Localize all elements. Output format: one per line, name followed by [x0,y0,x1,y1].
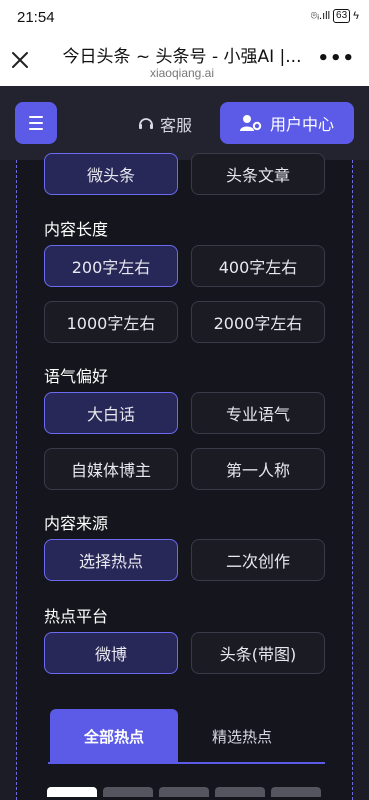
option-platform-toutiao[interactable]: 头条(带图) [191,632,325,674]
hotspot-chip[interactable] [159,787,209,797]
option-platform-weibo[interactable]: 微博 [44,632,178,674]
user-gear-icon [239,115,262,131]
option-source-recreate[interactable]: 二次创作 [191,539,325,581]
option-tone-blogger[interactable]: 自媒体博主 [44,448,178,490]
option-weitoutiao[interactable]: 微头条 [44,153,178,195]
menu-icon-bar [29,128,43,130]
browser-bar: 今日头条 ~ 头条号 - 小强AI |... xiaoqiang.ai ••• [0,34,369,86]
signal-icon: ⌾ᵢ.ıll [310,9,331,22]
status-icons: ⌾ᵢ.ıll 63 ϟ [311,9,359,23]
menu-icon-bar [29,116,43,118]
tab-all-hotspots[interactable]: 全部热点 [50,709,178,763]
hotspot-chip[interactable] [271,787,321,797]
more-icon[interactable]: ••• [317,48,355,69]
hotspot-chip[interactable] [47,787,97,797]
app-header: 客服 用户中心 [0,86,369,160]
headset-icon [139,118,153,129]
hotspot-chip[interactable] [103,787,153,797]
section-label-source: 内容来源 [44,514,109,533]
section-label-platform: 热点平台 [44,607,109,626]
page-domain: xiaoqiang.ai [149,66,215,80]
section-label-length: 内容长度 [44,220,109,239]
user-center-label: 用户中心 [269,115,334,134]
option-tone-professional[interactable]: 专业语气 [191,392,325,434]
page-title: 今日头条 ~ 头条号 - 小强AI |... [62,47,302,67]
tabs-underline [48,762,325,764]
service-button[interactable]: 客服 [137,112,192,136]
service-label: 客服 [160,116,193,135]
option-toutiao-article[interactable]: 头条文章 [191,153,325,195]
section-label-tone: 语气偏好 [44,367,109,386]
option-tone-plain[interactable]: 大白话 [44,392,178,434]
option-tone-first-person[interactable]: 第一人称 [191,448,325,490]
option-length-2000[interactable]: 2000字左右 [191,301,325,343]
option-source-hotspot[interactable]: 选择热点 [44,539,178,581]
status-bar: 21:54 ⌾ᵢ.ıll 63 ϟ [0,0,369,34]
menu-button[interactable] [15,102,57,144]
option-length-200[interactable]: 200字左右 [44,245,178,287]
battery-icon: 63 [333,9,351,23]
user-center-button[interactable]: 用户中心 [220,102,354,144]
option-length-1000[interactable]: 1000字左右 [44,301,178,343]
hotspot-chip[interactable] [215,787,265,797]
menu-icon-bar [29,122,43,124]
close-icon[interactable] [10,50,30,70]
charging-icon: ϟ [353,10,359,22]
status-time: 21:54 [17,9,55,26]
option-length-400[interactable]: 400字左右 [191,245,325,287]
tab-featured-hotspots[interactable]: 精选热点 [178,709,306,763]
